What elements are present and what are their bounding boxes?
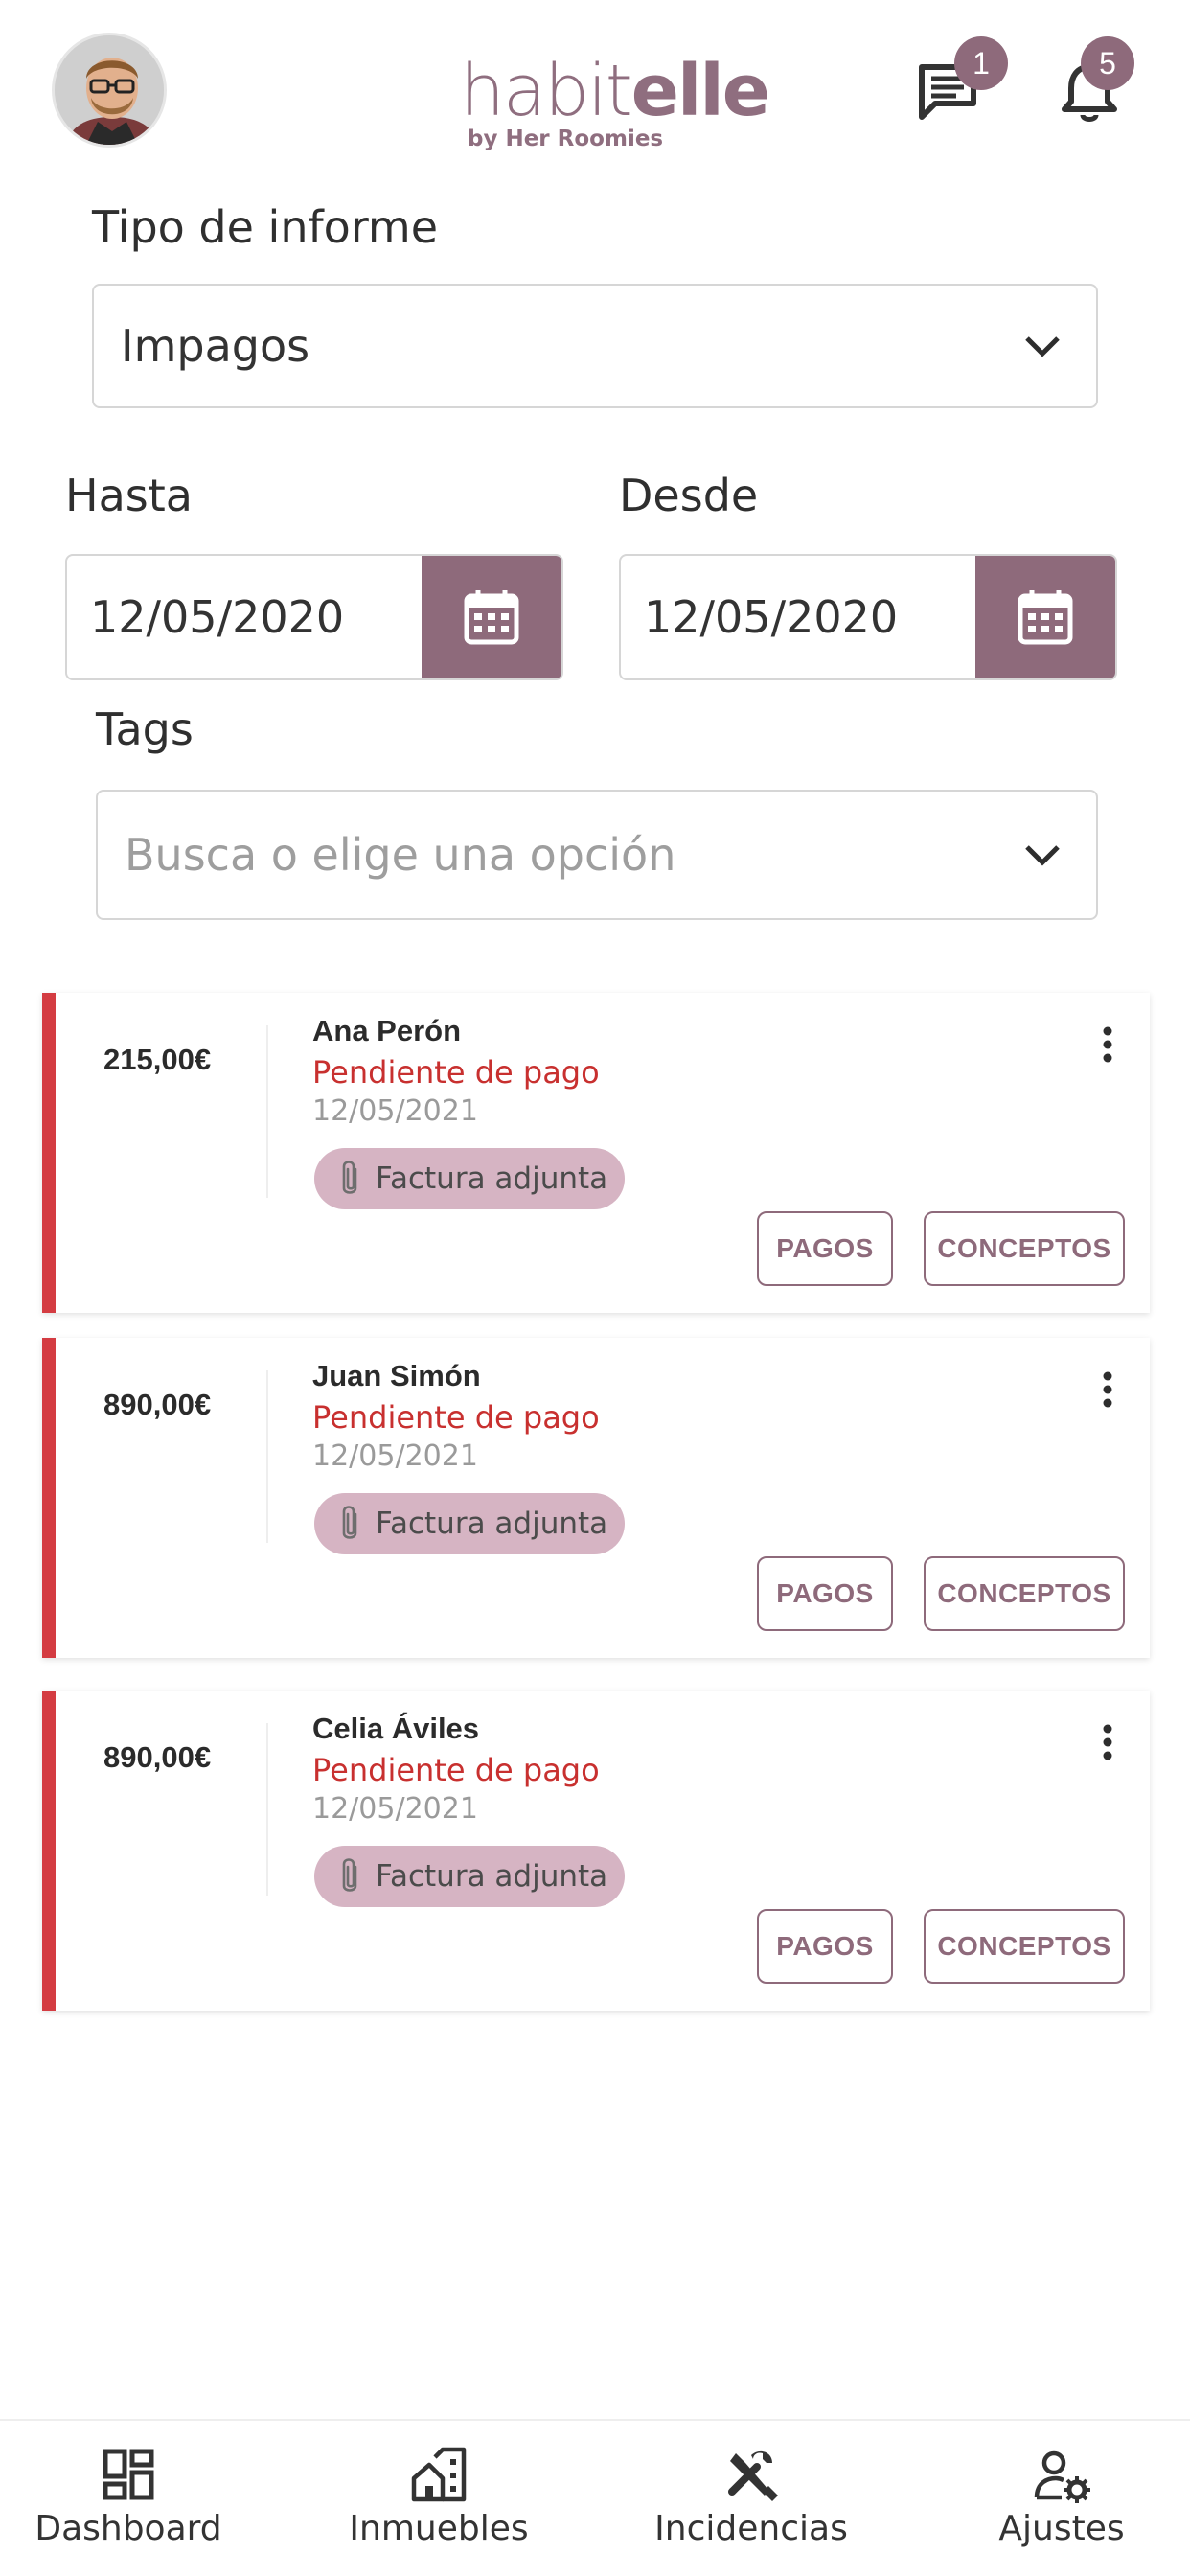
bottom-navigation: Dashboard Inmuebles Incidencias Ajustes (0, 2419, 1190, 2576)
card-tenant-name: Juan Simón (312, 1359, 481, 1392)
payments-button[interactable]: PAGOS (757, 1909, 893, 1984)
card-tenant-name: Celia Áviles (312, 1712, 480, 1745)
nav-dashboard-label: Dashboard (34, 2509, 222, 2548)
app-logo: habitelle by Her Roomies (460, 19, 770, 163)
report-type-value: Impagos (121, 320, 310, 372)
from-date-calendar-button[interactable] (975, 556, 1115, 678)
tags-select[interactable]: Busca o elige una opción (96, 790, 1098, 920)
calendar-icon (1018, 590, 1073, 645)
alert-stripe (42, 1338, 56, 1658)
paperclip-icon (342, 1161, 357, 1194)
unpaid-card[interactable]: 890,00€ Celia Áviles Pendiente de pago 1… (42, 1690, 1150, 2011)
from-date-label: Desde (619, 470, 759, 521)
chevron-down-icon (1025, 845, 1060, 866)
card-status: Pendiente de pago (312, 1399, 600, 1436)
nav-settings-label: Ajustes (998, 2509, 1125, 2548)
card-tenant-name: Ana Perón (312, 1014, 462, 1047)
invoice-chip[interactable]: Factura adjunta (314, 1846, 626, 1907)
invoice-chip-label: Factura adjunta (376, 1859, 608, 1894)
nav-settings[interactable]: Ajustes (977, 2446, 1146, 2548)
card-divider (266, 1370, 268, 1543)
card-divider (266, 1025, 268, 1198)
paperclip-icon (342, 1506, 357, 1539)
user-settings-icon (1034, 2450, 1090, 2503)
nav-incidents[interactable]: Incidencias (654, 2446, 848, 2548)
card-amount: 890,00€ (103, 1740, 212, 1774)
invoice-chip[interactable]: Factura adjunta (314, 1148, 626, 1209)
to-date-field[interactable]: 12/05/2020 (65, 554, 563, 680)
card-amount: 890,00€ (103, 1388, 212, 1421)
to-date-label: Hasta (65, 470, 193, 521)
more-options-icon[interactable] (1102, 1723, 1113, 1761)
notifications-badge: 5 (1081, 36, 1134, 90)
alert-stripe (42, 993, 56, 1313)
alert-stripe (42, 1690, 56, 2011)
chevron-down-icon (1025, 336, 1060, 357)
dashboard-icon (103, 2449, 154, 2500)
nav-properties[interactable]: Inmuebles (349, 2446, 529, 2548)
calendar-icon (464, 590, 519, 645)
paperclip-icon (342, 1858, 357, 1892)
to-date-calendar-button[interactable] (422, 556, 561, 678)
from-date-value: 12/05/2020 (644, 591, 899, 643)
tags-label: Tags (96, 703, 194, 755)
card-amount: 215,00€ (103, 1043, 212, 1076)
card-date: 12/05/2021 (312, 1439, 478, 1473)
tools-icon (728, 2450, 778, 2501)
nav-incidents-label: Incidencias (654, 2509, 848, 2548)
concepts-button[interactable]: CONCEPTOS (924, 1556, 1125, 1631)
nav-dashboard[interactable]: Dashboard (34, 2446, 222, 2548)
unpaid-card[interactable]: 890,00€ Juan Simón Pendiente de pago 12/… (42, 1338, 1150, 1658)
nav-properties-label: Inmuebles (349, 2509, 529, 2548)
invoice-chip-label: Factura adjunta (376, 1162, 608, 1196)
user-avatar[interactable] (52, 33, 167, 148)
more-options-icon[interactable] (1102, 1025, 1113, 1064)
messages-badge: 1 (954, 36, 1008, 90)
card-status: Pendiente de pago (312, 1752, 600, 1788)
invoice-chip-label: Factura adjunta (376, 1506, 608, 1541)
card-status: Pendiente de pago (312, 1054, 600, 1091)
more-options-icon[interactable] (1102, 1370, 1113, 1409)
card-divider (266, 1723, 268, 1896)
concepts-button[interactable]: CONCEPTOS (924, 1909, 1125, 1984)
logo-tagline: by Her Roomies (468, 126, 664, 151)
card-date: 12/05/2021 (312, 1792, 478, 1826)
logo-wordmark: habitelle (460, 50, 770, 132)
concepts-button[interactable]: CONCEPTOS (924, 1211, 1125, 1286)
card-date: 12/05/2021 (312, 1094, 478, 1128)
unpaid-card[interactable]: 215,00€ Ana Perón Pendiente de pago 12/0… (42, 993, 1150, 1313)
payments-button[interactable]: PAGOS (757, 1211, 893, 1286)
invoice-chip[interactable]: Factura adjunta (314, 1493, 626, 1554)
report-type-label: Tipo de informe (92, 201, 439, 253)
buildings-icon (411, 2447, 467, 2502)
report-type-select[interactable]: Impagos (92, 284, 1098, 408)
to-date-value: 12/05/2020 (90, 591, 345, 643)
tags-placeholder: Busca o elige una opción (125, 829, 676, 881)
from-date-field[interactable]: 12/05/2020 (619, 554, 1117, 680)
avatar-image (55, 35, 164, 145)
payments-button[interactable]: PAGOS (757, 1556, 893, 1631)
